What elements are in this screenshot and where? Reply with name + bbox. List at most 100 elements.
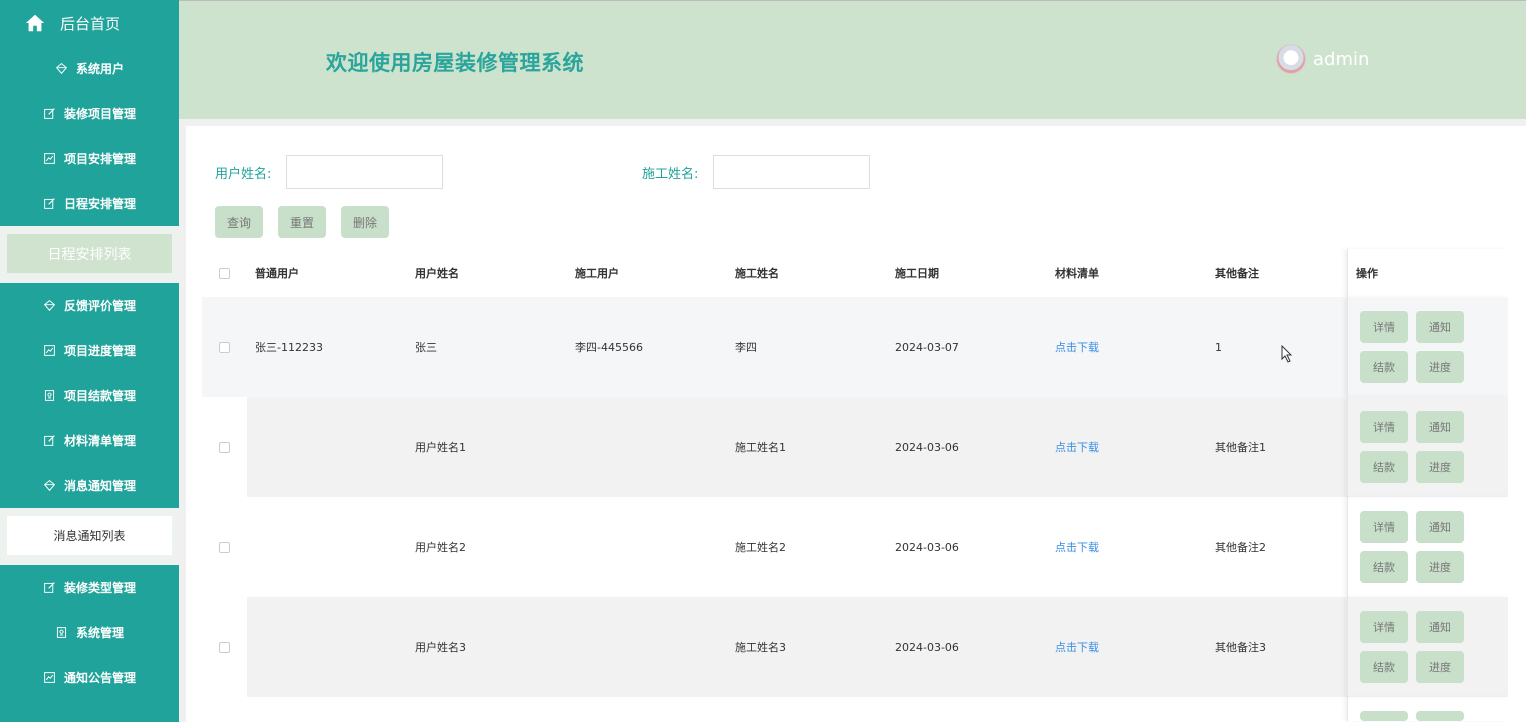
- cell-date: 2024-03-06: [895, 640, 959, 654]
- badge-icon: [55, 626, 68, 639]
- search-worker-name: 施工姓名:: [642, 155, 871, 189]
- sidebar-submenu: 消息通知列表: [0, 508, 179, 565]
- sidebar-item-label: 项目进度管理: [63, 344, 136, 358]
- diamond-icon: [43, 479, 56, 492]
- chart-icon: [43, 152, 56, 165]
- sidebar-home-label: 后台首页: [60, 14, 121, 33]
- query-button[interactable]: 查询: [215, 206, 264, 238]
- detail-button[interactable]: 详情: [1360, 511, 1408, 543]
- search-user-name: 用户姓名:: [215, 155, 444, 189]
- cell-worker-name: 施工姓名1: [735, 441, 786, 454]
- sidebar-item-label: 通知公告管理: [63, 671, 136, 685]
- diamond-icon: [55, 62, 68, 75]
- edit-icon: [43, 434, 56, 447]
- edit-icon: [43, 581, 56, 594]
- download-link[interactable]: 点击下载: [1047, 439, 1207, 455]
- cell-remark: 其他备注1: [1215, 441, 1266, 454]
- page-title: 欢迎使用房屋装修管理系统: [326, 51, 584, 75]
- row-actions: 详情 通知 结款 进度: [1347, 397, 1508, 497]
- download-link[interactable]: 点击下载: [1047, 339, 1207, 355]
- row-checkbox[interactable]: [219, 641, 230, 653]
- sidebar-sub-schedule-list[interactable]: 日程安排列表: [7, 234, 172, 273]
- sidebar-submenu: 日程安排列表: [0, 226, 179, 283]
- settle-button[interactable]: 结款: [1360, 651, 1408, 683]
- progress-button[interactable]: 进度: [1416, 351, 1464, 383]
- sidebar-item-decoration-type-management[interactable]: 装修类型管理: [0, 565, 179, 610]
- worker-name-input[interactable]: [713, 155, 871, 189]
- download-link[interactable]: 点击下载: [1047, 639, 1207, 655]
- sidebar-home[interactable]: 后台首页: [0, 0, 179, 46]
- sidebar-sub-notification-list[interactable]: 消息通知列表: [7, 516, 172, 555]
- select-all-checkbox[interactable]: [219, 267, 230, 279]
- mouse-cursor-icon: [1281, 345, 1293, 363]
- download-link[interactable]: 点击下载: [1047, 539, 1207, 555]
- progress-button[interactable]: 进度: [1416, 451, 1464, 483]
- notify-button[interactable]: 通知: [1416, 611, 1464, 643]
- data-table: 普通用户 用户姓名 施工用户 施工姓名 施工日期 材料清单 其他备注 操作 张三…: [202, 249, 1508, 721]
- reset-button[interactable]: 重置: [278, 206, 327, 238]
- settle-button[interactable]: 结款: [1360, 551, 1408, 583]
- table-row: 用户姓名2 施工姓名2 2024-03-06 点击下载 其他备注2 详情 通知 …: [202, 497, 1508, 597]
- sidebar-item-label: 消息通知管理: [63, 479, 136, 493]
- user-menu[interactable]: admin: [1276, 44, 1369, 74]
- row-select-cell: [202, 297, 247, 397]
- cell-worker-name: 李四: [735, 341, 757, 354]
- sidebar-item-notification-management[interactable]: 消息通知管理: [0, 463, 179, 508]
- sidebar-item-settlement-management[interactable]: 项目结款管理: [0, 373, 179, 418]
- detail-button[interactable]: 详情: [1360, 611, 1408, 643]
- settle-button[interactable]: 结款: [1360, 451, 1408, 483]
- progress-button[interactable]: 进度: [1416, 551, 1464, 583]
- sidebar-item-progress-management[interactable]: 项目进度管理: [0, 328, 179, 373]
- row-checkbox[interactable]: [219, 541, 230, 553]
- column-header-actions: 操作: [1347, 249, 1508, 297]
- sidebar-item-label: 反馈评价管理: [63, 299, 136, 313]
- chart-icon: [43, 671, 56, 684]
- row-select-cell: [202, 497, 247, 597]
- worker-name-label: 施工姓名:: [642, 166, 699, 182]
- toolbar: 查询 重置 删除: [215, 206, 390, 238]
- sidebar-item-feedback-management[interactable]: 反馈评价管理: [0, 283, 179, 328]
- cell-remark: 其他备注3: [1215, 641, 1266, 654]
- row-checkbox[interactable]: [219, 441, 230, 453]
- cell-date: 2024-03-07: [895, 340, 959, 354]
- sidebar-item-materials-management[interactable]: 材料清单管理: [0, 418, 179, 463]
- sidebar-item-arrangement-management[interactable]: 项目安排管理: [0, 136, 179, 181]
- delete-button[interactable]: 删除: [341, 206, 390, 238]
- notify-button[interactable]: 通知: [1416, 311, 1464, 343]
- user-name-input[interactable]: [286, 155, 444, 189]
- cell-user-name: 用户姓名2: [415, 541, 466, 554]
- settle-button[interactable]: 结款: [1360, 351, 1408, 383]
- table-header: 普通用户 用户姓名 施工用户 施工姓名 施工日期 材料清单 其他备注 操作: [202, 249, 1508, 297]
- table-row: 用户姓名3 施工姓名3 2024-03-06 点击下载 其他备注3 详情 通知 …: [202, 597, 1508, 697]
- sidebar-item-schedule-management[interactable]: 日程安排管理: [0, 181, 179, 226]
- column-header: 普通用户: [255, 267, 299, 280]
- notify-button[interactable]: 通知: [1416, 511, 1464, 543]
- badge-icon: [43, 389, 56, 402]
- header: 欢迎使用房屋装修管理系统 admin: [179, 0, 1526, 119]
- detail-button[interactable]: 详情: [1360, 411, 1408, 443]
- cell-worker-user: 李四-445566: [575, 341, 643, 354]
- row-actions: 详情 通知 结款 进度: [1347, 297, 1508, 397]
- sidebar-item-announcement-management[interactable]: 通知公告管理: [0, 655, 179, 700]
- notify-button[interactable]: [1416, 711, 1464, 721]
- column-header: 施工日期: [895, 267, 939, 280]
- sidebar-item-label: 系统用户: [75, 62, 124, 76]
- sidebar-item-system-management[interactable]: 系统管理: [0, 610, 179, 655]
- cell-worker-name: 施工姓名2: [735, 541, 786, 554]
- cell-worker-name: 施工姓名3: [735, 641, 786, 654]
- progress-button[interactable]: 进度: [1416, 651, 1464, 683]
- cell-normal-user: 张三-112233: [255, 341, 323, 354]
- sidebar-item-project-management[interactable]: 装修项目管理: [0, 91, 179, 136]
- notify-button[interactable]: 通知: [1416, 411, 1464, 443]
- sidebar-item-label: 装修类型管理: [63, 581, 136, 595]
- home-icon: [25, 14, 45, 32]
- detail-button[interactable]: 详情: [1360, 311, 1408, 343]
- sidebar-item-system-users[interactable]: 系统用户: [0, 46, 179, 91]
- table-row: 用户姓名1 施工姓名1 2024-03-06 点击下载 其他备注1 详情 通知 …: [202, 397, 1508, 497]
- cell-user-name: 用户姓名1: [415, 441, 466, 454]
- cell-remark: 其他备注2: [1215, 541, 1266, 554]
- sidebar: 后台首页 系统用户 装修项目管理 项目安排管理 日程安排管理 日程安排列表 反馈…: [0, 0, 179, 722]
- detail-button[interactable]: [1360, 711, 1408, 721]
- row-checkbox[interactable]: [219, 341, 230, 353]
- table-row-partial: [202, 697, 1508, 721]
